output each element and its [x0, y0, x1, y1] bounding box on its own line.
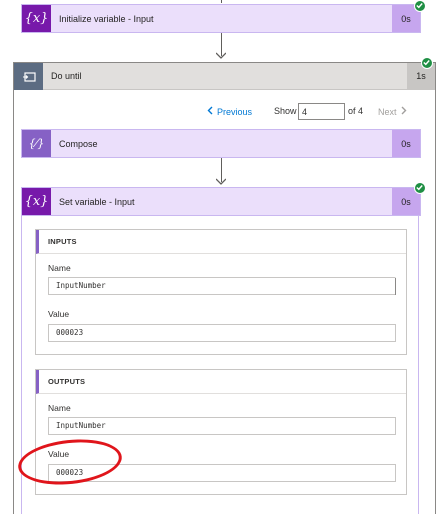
success-check-icon [414, 0, 426, 12]
inputs-value-field[interactable]: 000023 [48, 324, 396, 342]
inputs-value-label: Value [48, 309, 70, 319]
compose-icon: {⁄} [22, 130, 51, 157]
field-scroll-edge [395, 278, 396, 295]
connector-top [221, 0, 222, 3]
outputs-header: OUTPUTS [36, 370, 406, 394]
next-page-link[interactable]: Next [378, 106, 407, 117]
compose-duration: 0s [392, 130, 420, 157]
do-until-header[interactable]: Do until 1s [14, 63, 435, 90]
outputs-name-label: Name [48, 403, 71, 413]
chevron-left-icon [207, 106, 213, 117]
previous-label: Previous [217, 106, 253, 117]
previous-page-link[interactable]: Previous [207, 106, 252, 117]
inputs-header: INPUTS [36, 230, 406, 254]
arrow-down-icon [216, 178, 226, 185]
set-variable-title: Set variable - Input [59, 196, 135, 207]
compose-card[interactable]: {⁄} Compose 0s [21, 129, 421, 158]
loop-icon [14, 63, 43, 90]
next-label: Next [378, 106, 397, 117]
inputs-name-label: Name [48, 263, 71, 273]
compose-title: Compose [59, 138, 98, 149]
page-number-input[interactable] [298, 103, 345, 120]
variable-icon: {x} [22, 188, 51, 215]
page-count-label: of 4 [348, 106, 364, 116]
initialize-variable-card[interactable]: {x} Initialize variable - Input 0s [21, 4, 421, 33]
inputs-name-field[interactable]: InputNumber [48, 277, 396, 295]
outputs-name-field[interactable]: InputNumber [48, 417, 396, 435]
inputs-section: INPUTS Name InputNumber Value 000023 [35, 229, 407, 355]
arrow-down-icon [216, 52, 226, 59]
success-check-icon [421, 57, 433, 69]
variable-icon: {x} [22, 5, 51, 32]
initialize-variable-title: Initialize variable - Input [59, 13, 154, 24]
set-variable-card[interactable]: {x} Set variable - Input 0s [21, 187, 421, 216]
success-check-icon [414, 182, 426, 194]
chevron-right-icon [401, 106, 407, 117]
show-label: Show [274, 106, 297, 116]
do-until-title: Do until [51, 71, 82, 81]
